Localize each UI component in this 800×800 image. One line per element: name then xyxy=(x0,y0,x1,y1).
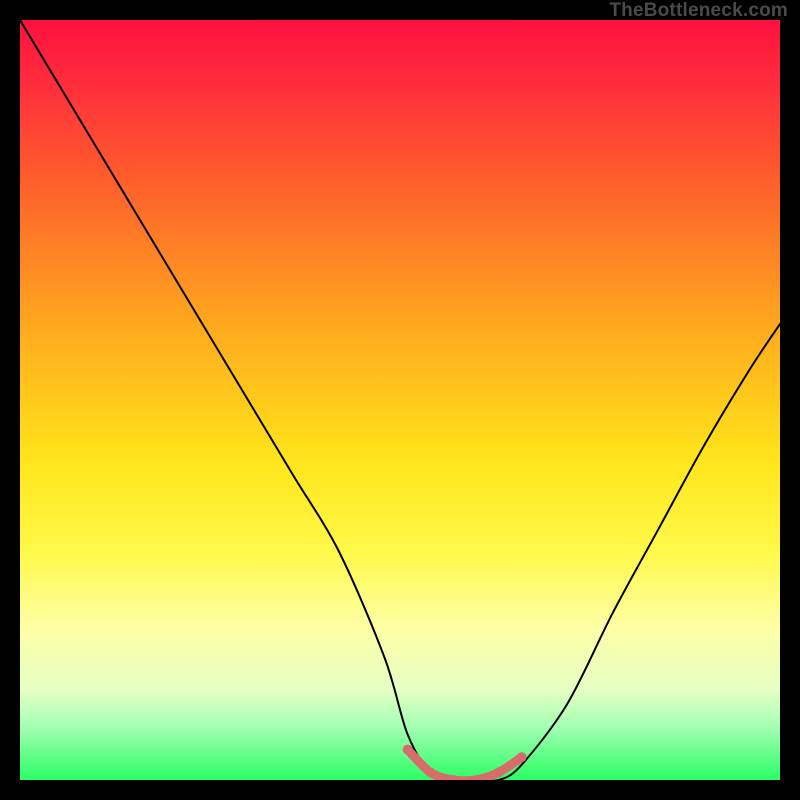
plot-area xyxy=(20,20,780,780)
watermark-text: TheBottleneck.com xyxy=(609,0,788,22)
bottleneck-curve xyxy=(20,20,780,780)
curve-layer xyxy=(20,20,780,780)
optimal-band-dot xyxy=(517,752,527,762)
optimal-band-dot xyxy=(494,767,504,777)
optimal-band xyxy=(408,750,522,780)
chart-stage: TheBottleneck.com xyxy=(0,0,800,800)
optimal-band-dot xyxy=(403,745,413,755)
optimal-band-dot xyxy=(425,767,435,777)
